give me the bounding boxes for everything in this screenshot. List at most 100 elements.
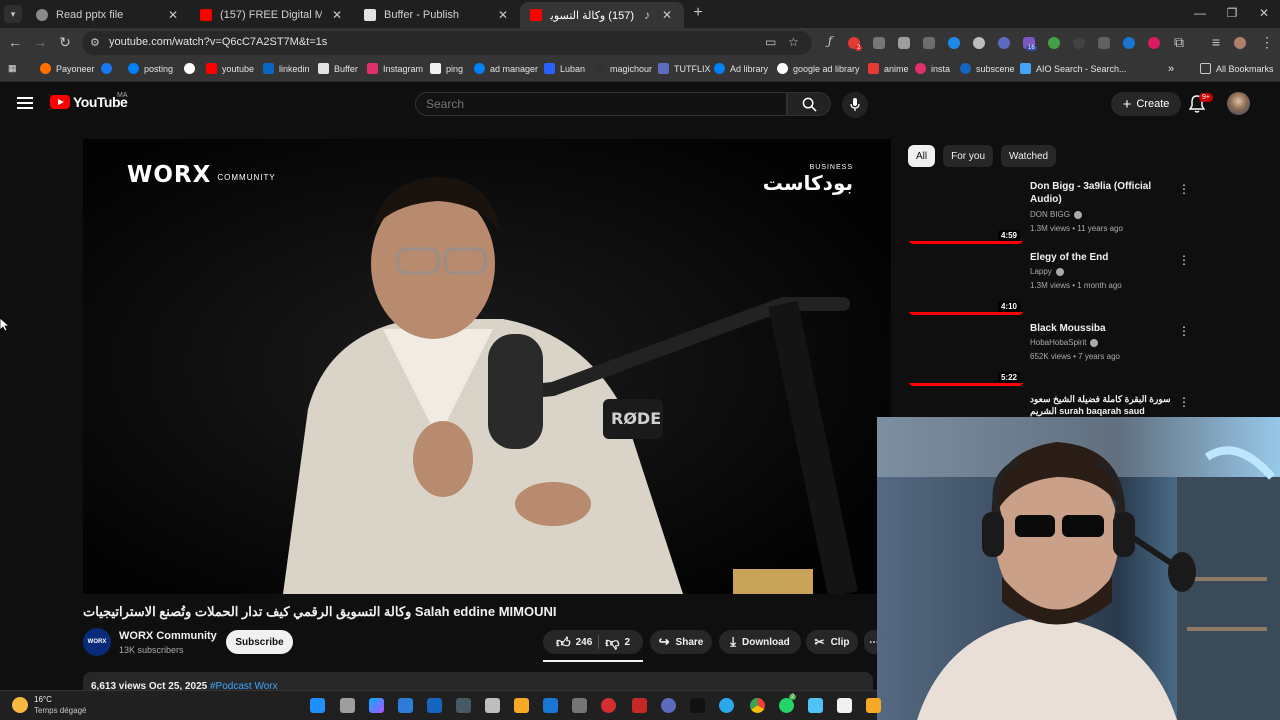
close-icon[interactable]: ✕ bbox=[660, 8, 674, 22]
extension-icon[interactable] bbox=[923, 37, 935, 49]
tab-search-button[interactable]: ▾ bbox=[4, 5, 22, 23]
camera-extension-icon[interactable] bbox=[898, 37, 910, 49]
recommendation-item[interactable]: 4:10 Elegy of the End Lappy 1.3M views •… bbox=[908, 251, 1208, 317]
whatsapp-icon[interactable] bbox=[779, 698, 794, 713]
all-bookmarks-folder[interactable]: All Bookmarks bbox=[1200, 63, 1274, 74]
app-icon[interactable] bbox=[661, 698, 676, 713]
recommendation-title[interactable]: Black Moussiba bbox=[1030, 322, 1158, 335]
bookmark-ad-library[interactable]: Ad library bbox=[714, 63, 768, 74]
apps-grid-icon[interactable]: ▦ bbox=[8, 63, 17, 74]
profile-icon[interactable] bbox=[1234, 37, 1246, 49]
reading-list-icon[interactable]: ≡ bbox=[1207, 34, 1225, 50]
app-icon[interactable] bbox=[398, 698, 413, 713]
folder-icon[interactable] bbox=[866, 698, 881, 713]
app-icon[interactable] bbox=[456, 698, 471, 713]
recommendation-title[interactable]: Don Bigg - 3a9lia (Official Audio) bbox=[1030, 180, 1158, 206]
account-avatar[interactable] bbox=[1227, 92, 1250, 115]
subscribe-button[interactable]: Subscribe bbox=[226, 630, 293, 654]
file-explorer-icon[interactable] bbox=[514, 698, 529, 713]
extension-icon[interactable] bbox=[998, 37, 1010, 49]
video-thumbnail[interactable] bbox=[908, 393, 1024, 417]
recommendation-item[interactable]: سورة البقرة كاملة فضيلة الشيخ سعود الشري… bbox=[908, 393, 1208, 417]
windows-start-icon[interactable] bbox=[310, 698, 325, 713]
channel-avatar[interactable]: WORX bbox=[83, 628, 111, 656]
video-thumbnail[interactable]: 4:10 bbox=[908, 251, 1024, 315]
bookmark-linkedin[interactable]: linkedin bbox=[263, 63, 310, 74]
weather-moon-icon[interactable] bbox=[12, 697, 28, 713]
bookmark-youtube[interactable]: youtube bbox=[206, 63, 254, 74]
forward-arrow-icon[interactable]: → bbox=[31, 34, 49, 50]
like-button[interactable]: 👍︎ 246 bbox=[556, 634, 592, 651]
extension-icon[interactable] bbox=[1098, 37, 1110, 49]
bookmark-star-icon[interactable]: ☆ bbox=[788, 35, 799, 49]
more-options-icon[interactable]: ⋮ bbox=[1178, 182, 1190, 196]
extension-icon[interactable] bbox=[1123, 37, 1135, 49]
close-icon[interactable]: ✕ bbox=[166, 8, 180, 22]
bookmark-tutflix[interactable]: TUTFLIX bbox=[658, 63, 711, 74]
hamburger-menu-icon[interactable] bbox=[17, 97, 33, 109]
bookmark-insta[interactable]: insta bbox=[915, 63, 950, 74]
extension-icon[interactable] bbox=[948, 37, 960, 49]
bookmark-buffer[interactable]: Buffer bbox=[318, 63, 358, 74]
site-info-icon[interactable]: ⚙ bbox=[90, 36, 100, 49]
recommendation-item[interactable]: 4:59 Don Bigg - 3a9lia (Official Audio) … bbox=[908, 180, 1208, 246]
formula-extension-icon[interactable]: ƒ bbox=[821, 34, 839, 48]
create-button[interactable]: + Create bbox=[1111, 92, 1181, 116]
youtube-logo[interactable]: YouTube MA bbox=[50, 92, 128, 110]
audio-playing-icon[interactable]: ♪ bbox=[642, 8, 652, 22]
share-button[interactable]: ↪ Share bbox=[650, 630, 712, 654]
bookmark-subscene[interactable]: subscene bbox=[960, 63, 1015, 74]
recommendation-item[interactable]: 5:22 Black Moussiba HobaHobaSpirit 652K … bbox=[908, 322, 1208, 388]
extension-icon[interactable] bbox=[1048, 37, 1060, 49]
cast-icon[interactable]: ▭ bbox=[765, 35, 776, 49]
photos-icon[interactable] bbox=[808, 698, 823, 713]
mail-icon[interactable] bbox=[543, 698, 558, 713]
recommendation-channel[interactable]: DON BIGG bbox=[1030, 210, 1083, 219]
download-button[interactable]: ⤓ Download bbox=[719, 630, 801, 654]
video-thumbnail[interactable]: 5:22 bbox=[908, 322, 1024, 386]
tiktok-icon[interactable] bbox=[690, 698, 705, 713]
bookmark-google[interactable] bbox=[184, 63, 195, 74]
settings-gear-icon[interactable] bbox=[572, 698, 587, 713]
more-options-icon[interactable]: ⋮ bbox=[1178, 395, 1190, 409]
minimize-button[interactable]: — bbox=[1192, 6, 1208, 20]
close-icon[interactable]: ✕ bbox=[330, 8, 344, 22]
bookmark-aio-search[interactable]: AIO Search - Search... bbox=[1020, 63, 1127, 74]
tab-buffer[interactable]: Buffer - Publish ✕ bbox=[354, 2, 520, 28]
bookmark-ping[interactable]: ping bbox=[430, 63, 463, 74]
notion-icon[interactable] bbox=[837, 698, 852, 713]
app-icon[interactable] bbox=[427, 698, 442, 713]
bookmark-payoneer[interactable]: Payoneer bbox=[40, 63, 95, 74]
address-bar[interactable]: ⚙ youtube.com/watch?v=Q6cC7A2ST7M&t=1s ▭… bbox=[82, 31, 812, 55]
recommendation-channel[interactable]: HobaHobaSpirit bbox=[1030, 338, 1099, 347]
tab-read-pptx[interactable]: Read pptx file ✕ bbox=[26, 2, 190, 28]
chip-for-you[interactable]: For you bbox=[943, 145, 994, 167]
extension-icon[interactable] bbox=[873, 37, 885, 49]
recommendation-title[interactable]: سورة البقرة كاملة فضيلة الشيخ سعود الشري… bbox=[1030, 393, 1175, 417]
extension-icon[interactable] bbox=[973, 37, 985, 49]
bookmark-facebook[interactable] bbox=[101, 63, 112, 74]
dislike-button[interactable]: 👎︎ 2 bbox=[605, 634, 630, 651]
extension-icon[interactable] bbox=[1148, 37, 1160, 49]
chip-all[interactable]: All bbox=[908, 145, 936, 167]
bookmark-ad-manager[interactable]: ad manager bbox=[474, 63, 538, 74]
recommendation-channel[interactable]: Lappy bbox=[1030, 267, 1064, 276]
tab-current-video[interactable]: (157) وكالة التسويق الرقمي ♪ ✕ bbox=[520, 2, 684, 28]
restore-button[interactable]: ❐ bbox=[1224, 6, 1240, 20]
task-view-icon[interactable] bbox=[340, 698, 355, 713]
tab-digital-marketing[interactable]: (157) FREE Digital Marketing Co ✕ bbox=[190, 2, 354, 28]
video-player[interactable]: RØDE WORX COMMUNITY BUSINESS بودكاست bbox=[83, 139, 891, 594]
channel-name[interactable]: WORX Community bbox=[119, 630, 217, 642]
opera-icon[interactable] bbox=[601, 698, 616, 713]
weather-temperature[interactable]: 16°C bbox=[34, 695, 52, 704]
browser-menu-icon[interactable]: ⋮ bbox=[1258, 34, 1276, 51]
chip-watched[interactable]: Watched bbox=[1001, 145, 1057, 167]
more-bookmarks-icon[interactable]: » bbox=[1168, 63, 1174, 75]
back-arrow-icon[interactable]: ← bbox=[6, 34, 24, 50]
app-icon[interactable] bbox=[632, 698, 647, 713]
new-tab-button[interactable]: + bbox=[690, 5, 706, 21]
video-thumbnail[interactable]: 4:59 bbox=[908, 180, 1024, 244]
clip-button[interactable]: ✂ Clip bbox=[806, 630, 858, 654]
app-icon[interactable] bbox=[485, 698, 500, 713]
bookmark-instagram[interactable]: Instagram bbox=[367, 63, 423, 74]
